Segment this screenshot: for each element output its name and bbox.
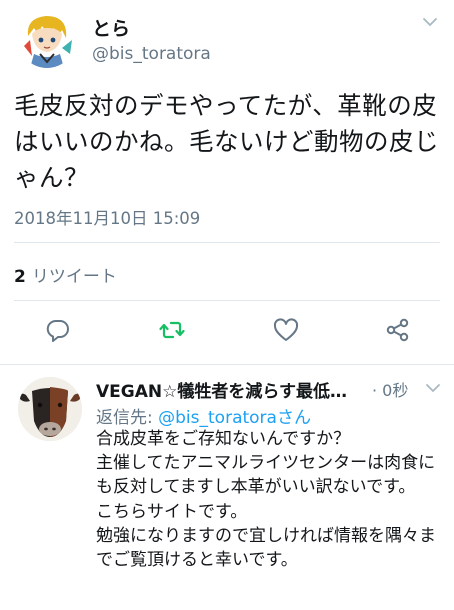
divider [14,242,440,243]
chevron-down-icon[interactable] [420,14,440,30]
share-icon [386,318,409,342]
retweet-label: リツイート [31,267,117,287]
reply-avatar[interactable] [18,377,82,441]
reply-to-mention[interactable]: @bis_toratora [158,408,277,428]
reply-text: 合成皮革をご存知ないんですか？ 主催してたアニマルライツセンターは肉食にも反対し… [96,429,436,571]
tweet-text: 毛皮反対のデモやってたが、革靴の皮はいいのかね。毛ないけど動物の皮じゃん？ [14,91,439,192]
cow-face-avatar [18,377,82,441]
reply-to: 返信先: @bis_toratoraさん [96,403,311,428]
reply-tweet[interactable]: VEGAN☆犠牲者を減らす最低… · 0秒 返信先: @bis_toratora… [0,365,454,610]
reply-button[interactable] [44,316,72,344]
main-tweet: とら @bis_toratora 毛皮反対のデモやってたが、革靴の皮はいいのかね… [0,0,454,365]
heart-icon [273,318,299,341]
reply-icon [46,319,69,342]
reply-to-prefix: 返信先: [96,408,159,428]
like-button[interactable] [272,316,300,344]
reply-time: · 0秒 [372,381,409,400]
retweet-stats[interactable]: 2 リツイート [14,262,117,287]
tweet-author-name[interactable]: とら [92,14,130,41]
share-button[interactable] [384,316,412,344]
reply-author-name[interactable]: VEGAN☆犠牲者を減らす最低… [96,377,358,402]
reply-to-suffix[interactable]: さん [277,408,311,428]
tweet-timestamp: 2018年11月10日 15:09 [14,209,201,228]
divider [14,300,440,301]
user-avatar[interactable] [18,10,76,68]
chevron-down-icon[interactable] [424,381,442,395]
retweet-button[interactable] [158,316,186,344]
tweet-author-handle[interactable]: @bis_toratora [92,44,211,64]
anime-character-avatar [18,10,76,68]
retweet-icon [159,321,185,339]
retweet-count: 2 [14,267,26,287]
